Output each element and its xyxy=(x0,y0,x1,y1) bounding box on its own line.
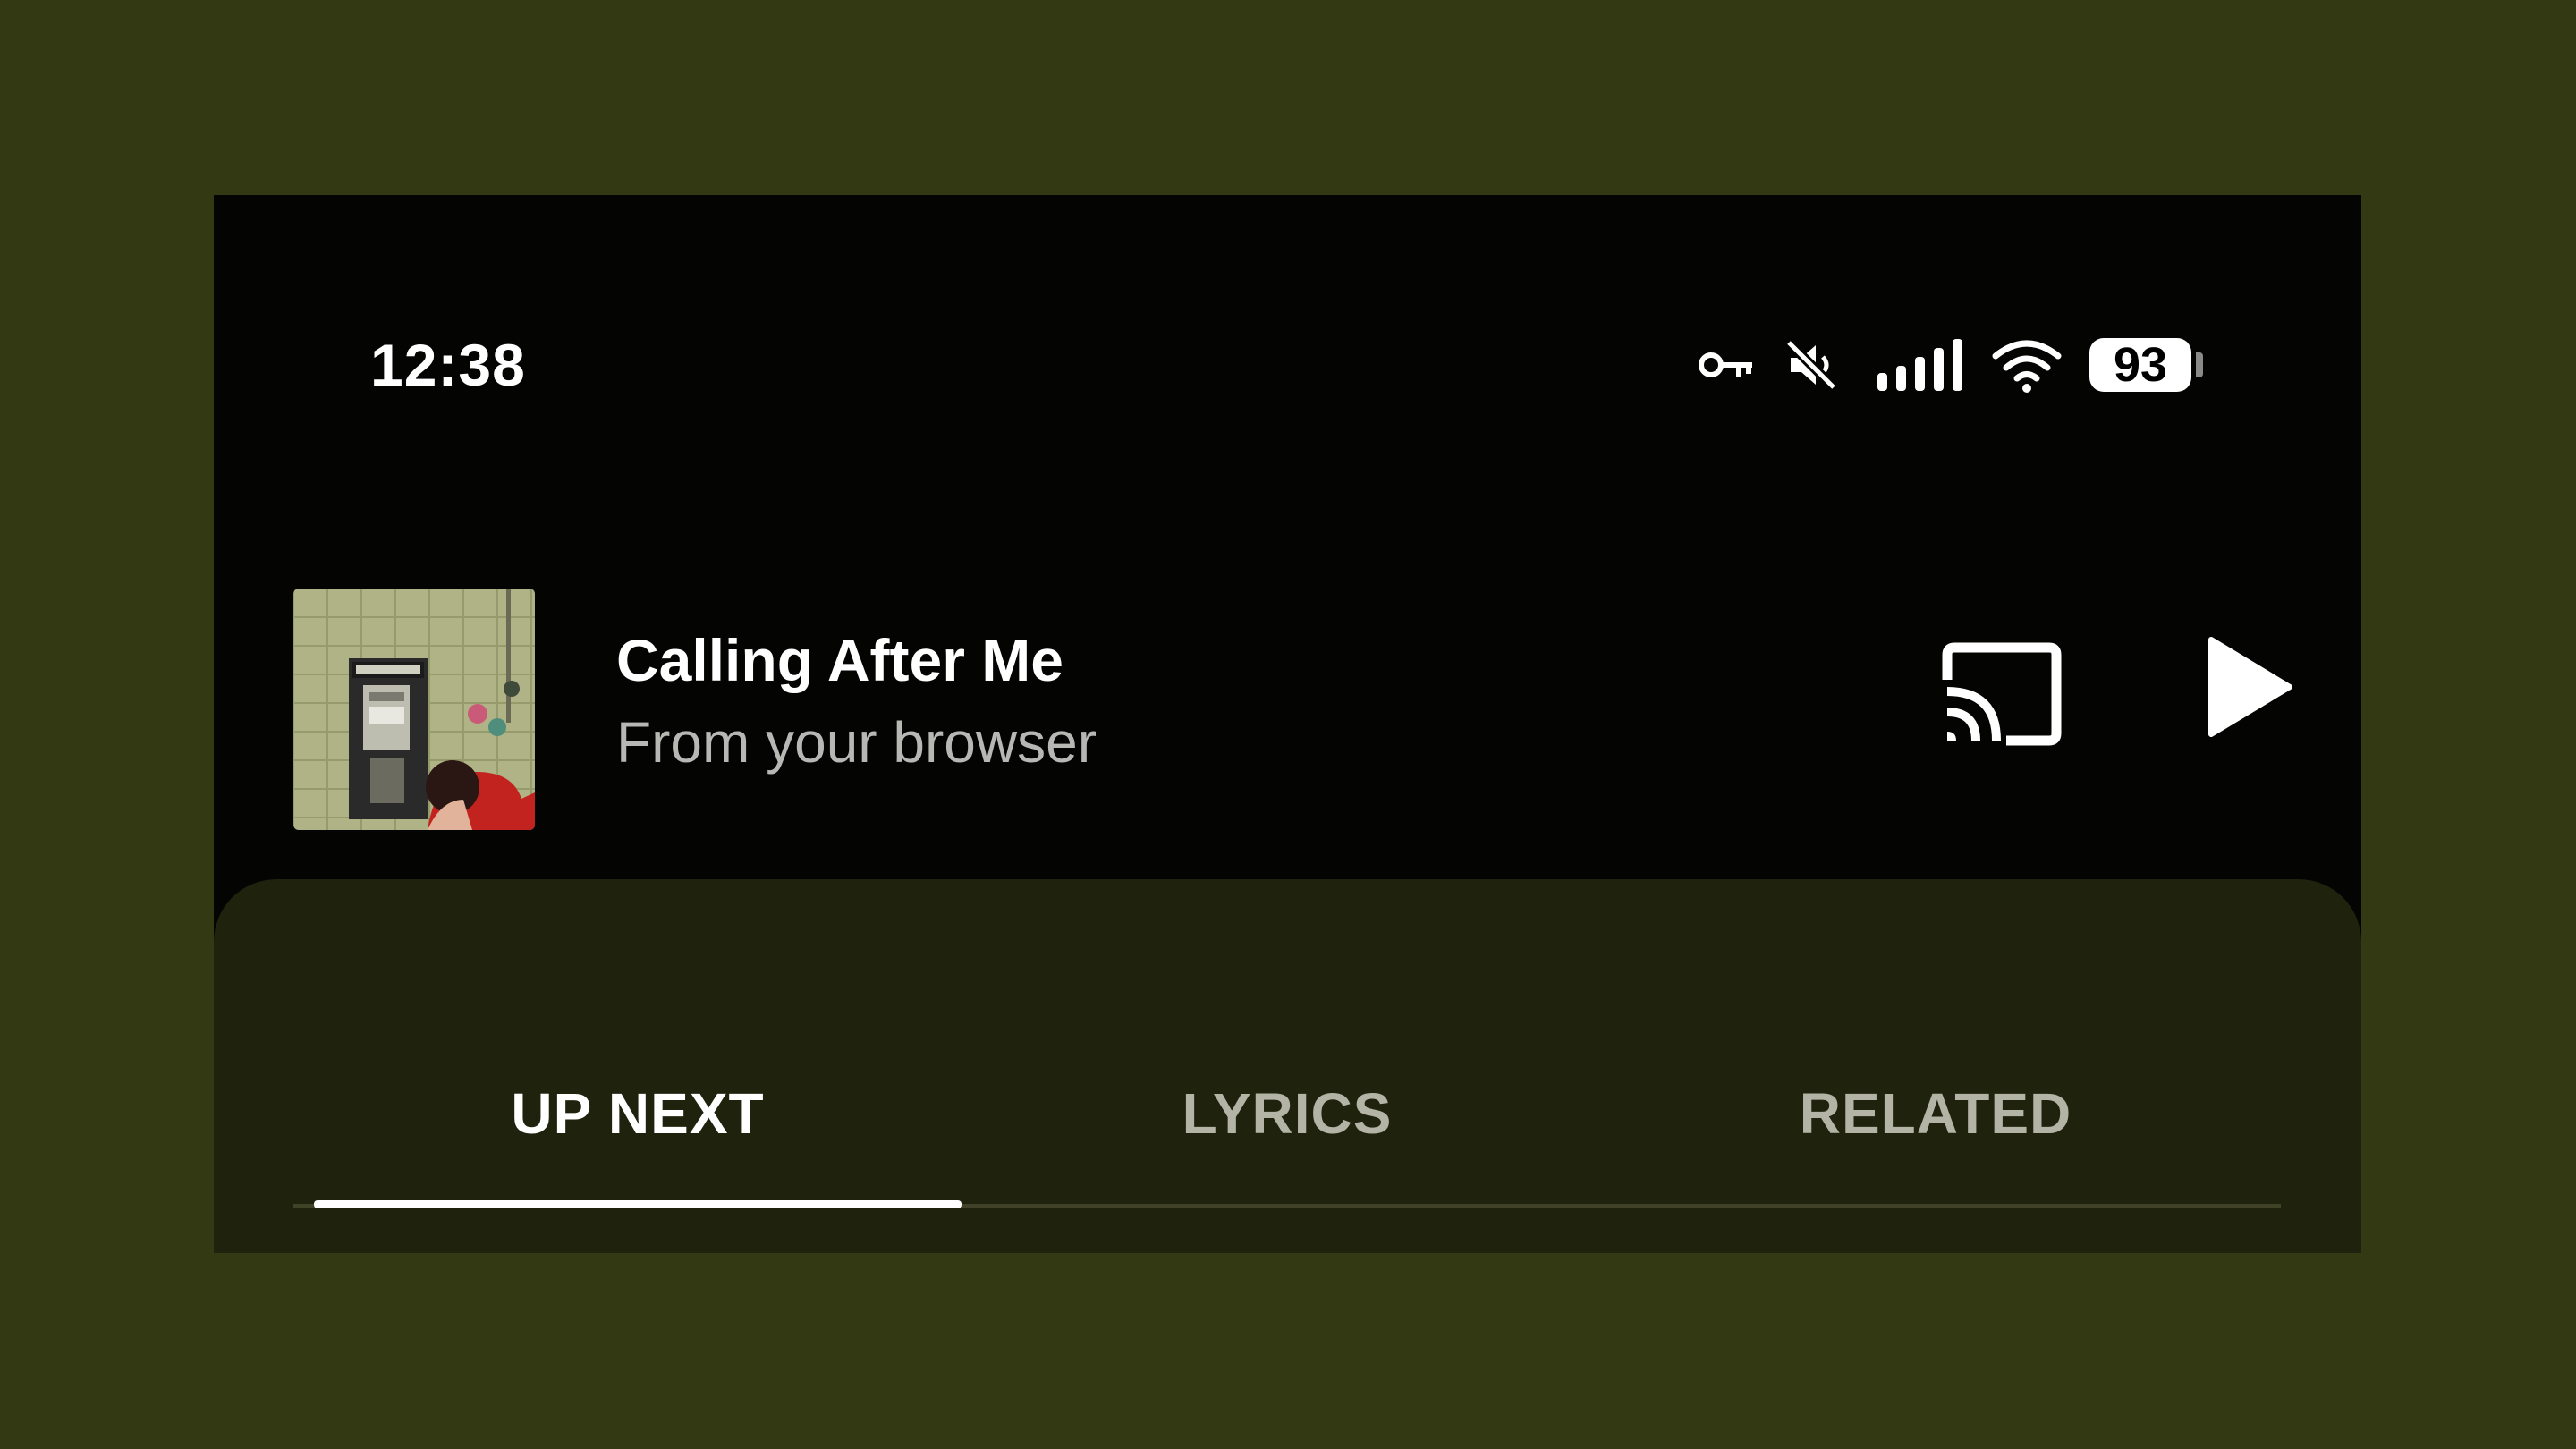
play-button[interactable] xyxy=(2186,629,2302,745)
tab-lyrics[interactable]: LYRICS xyxy=(963,1080,1611,1147)
mute-icon xyxy=(1784,320,1839,410)
cellular-signal-icon xyxy=(1876,320,1969,410)
battery-tip xyxy=(2196,352,2203,377)
track-subtitle: From your browser xyxy=(616,710,1097,775)
cast-button[interactable] xyxy=(1940,642,2065,748)
tab-indicator xyxy=(314,1200,962,1208)
tab-related[interactable]: RELATED xyxy=(1612,1080,2259,1147)
track-title: Calling After Me xyxy=(616,627,1063,693)
status-time: 12:38 xyxy=(370,332,526,398)
phone-screen: 12:38 93 Calling After Me From your brow… xyxy=(214,195,2361,1253)
bottom-sheet: UP NEXT LYRICS RELATED xyxy=(214,879,2361,1253)
tab-up-next[interactable]: UP NEXT xyxy=(314,1080,962,1147)
wifi-icon xyxy=(1991,320,2063,410)
battery-indicator: 93 xyxy=(2089,338,2191,392)
vpn-key-icon xyxy=(1697,320,1754,410)
mini-player[interactable]: Calling After Me From your browser xyxy=(214,589,2361,830)
status-bar: 12:38 93 xyxy=(214,320,2361,410)
album-art[interactable] xyxy=(293,589,535,830)
play-icon xyxy=(2186,637,2302,749)
cast-icon xyxy=(1940,642,2065,751)
